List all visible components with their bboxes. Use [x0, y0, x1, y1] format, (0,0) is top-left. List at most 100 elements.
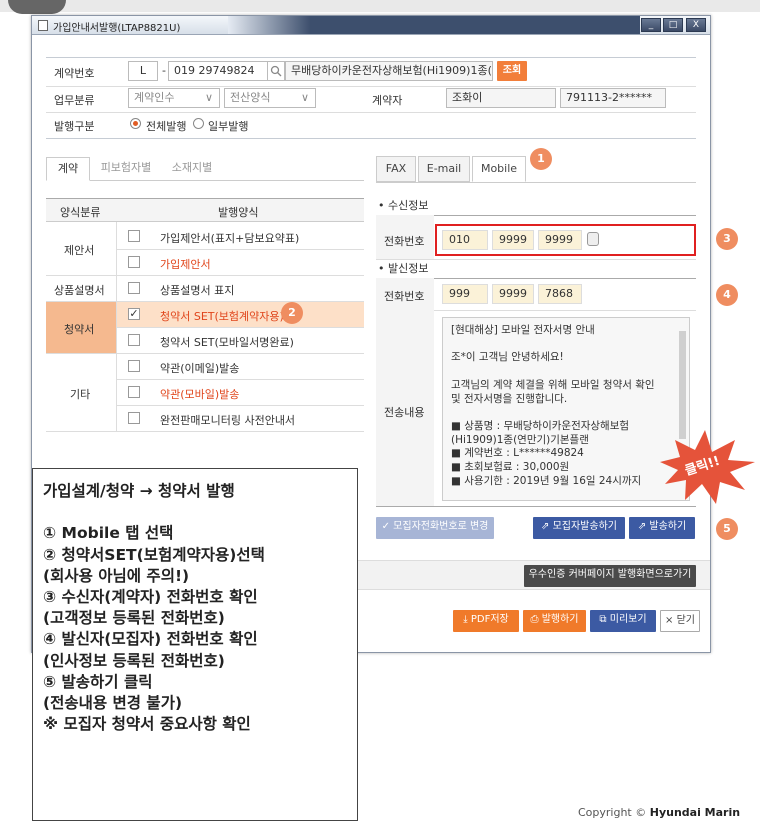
message-bottom-line — [376, 506, 696, 507]
row-divider — [46, 112, 696, 113]
receiver-phone-label: 전화번호 — [384, 235, 425, 248]
background-strip — [0, 0, 760, 12]
checkbox-row[interactable] — [128, 230, 140, 242]
copyright-text: Copyright © — [578, 806, 650, 819]
external-icon: ⧉ — [599, 614, 610, 625]
group-product: 상품설명서 — [54, 284, 105, 297]
send-button[interactable]: ⇗ 발송하기 — [629, 517, 695, 539]
note-line: (전송내용 변경 불가) — [43, 694, 183, 713]
format-select[interactable]: 전산양식 ∨ — [224, 88, 316, 108]
receiver-phone-3: 9999 — [538, 230, 582, 250]
cover-page-button[interactable]: 우수인증 커버페이지 발행화면으로가기 — [524, 565, 696, 587]
step-badge-4: 4 — [716, 284, 738, 306]
download-icon: ⤓ — [463, 614, 471, 625]
tab-location[interactable]: 소재지별 — [160, 157, 224, 181]
note-line: (회사용 아님에 주의!) — [43, 566, 190, 585]
window-icon — [38, 20, 48, 31]
form-item[interactable]: 상품설명서 표지 — [160, 282, 234, 298]
contractor-name-field: 조화이 — [446, 88, 556, 108]
tab-fax[interactable]: FAX — [376, 156, 416, 182]
minimize-button[interactable]: _ — [641, 18, 661, 32]
right-tab-baseline — [376, 182, 696, 183]
message-line: [현대해상] 모바일 전자서명 안내 — [451, 324, 595, 336]
note-line: ② 청약서SET(보험계약자용)선택 — [43, 545, 265, 564]
maximize-button[interactable]: □ — [663, 18, 683, 32]
contract-no-field[interactable]: 019 29749824 — [168, 61, 268, 81]
form-top-border — [46, 57, 696, 58]
sender-phone-3: 7868 — [538, 284, 582, 304]
format-select-value: 전산양식 — [230, 91, 271, 104]
pdf-save-button[interactable]: ⤓ PDF저장 — [453, 610, 519, 632]
car-logo — [8, 0, 66, 14]
form-item-selected[interactable]: 청약서 SET(보험계약자용) — [160, 308, 284, 324]
message-label: 전송내용 — [384, 406, 425, 419]
product-name-field: 무배당하이카운전자상해보험(Hi1909)1종(연만··· — [285, 61, 493, 81]
checkbox-row[interactable] — [128, 360, 140, 372]
contract-prefix-field[interactable]: L — [128, 61, 158, 81]
preview-button[interactable]: ⧉ 미리보기 — [590, 610, 656, 632]
col-header-category: 양식분류 — [60, 206, 101, 219]
phone-icon[interactable] — [587, 232, 599, 246]
contractor-label: 계약자 — [372, 94, 403, 107]
form-item[interactable]: 청약서 SET(모바일서명완료) — [160, 334, 294, 350]
checkbox-row[interactable] — [128, 256, 140, 268]
form-item[interactable]: 가입제안서(표지+담보요약표) — [160, 230, 299, 246]
change-phone-button[interactable]: ✓ 모집자전화번호로 변경 — [376, 517, 494, 539]
checkbox-row[interactable] — [128, 412, 140, 424]
row-divider — [116, 327, 364, 328]
group-proposal: 제안서 — [64, 244, 95, 257]
checkbox-row[interactable] — [128, 386, 140, 398]
note-line: ① Mobile 탭 선택 — [43, 524, 174, 543]
group-application: 청약서 — [64, 323, 95, 336]
checkbox-row[interactable] — [128, 334, 140, 346]
tab-mobile[interactable]: Mobile — [472, 156, 526, 182]
title-bar: 가입안내서발행(LTAP8821U) _ □ X — [32, 16, 710, 35]
note-line — [43, 502, 347, 523]
query-button[interactable]: 조회 — [497, 61, 527, 81]
instruction-note: 가입설계/청약 → 청약서 발행 ① Mobile 탭 선택 ② 청약서SET(보… — [32, 468, 358, 821]
row-divider — [46, 301, 364, 302]
contract-no-label: 계약번호 — [54, 67, 95, 80]
row-divider — [46, 86, 696, 87]
checkbox-checked[interactable]: ✓ — [128, 308, 140, 320]
print-button[interactable]: ⎙ 발행하기 — [523, 610, 586, 632]
pdf-label: PDF저장 — [470, 614, 509, 625]
sender-phone-2: 9999 — [492, 284, 534, 304]
form-item[interactable]: 약관(모바일)발송 — [160, 386, 239, 402]
radio-all[interactable] — [130, 118, 141, 129]
form-item[interactable]: 완전판매모니터링 사전안내서 — [160, 412, 295, 428]
biz-select-value: 계약인수 — [134, 91, 175, 104]
checkbox-row[interactable] — [128, 282, 140, 294]
note-line: (고객정보 등록된 전화번호) — [43, 609, 225, 628]
note-line: ④ 발신자(모집자) 전화번호 확인 — [43, 630, 258, 649]
note-line: ⑤ 발송하기 클릭 — [43, 672, 153, 691]
biz-label: 업무분류 — [54, 94, 95, 107]
receiver-phone-2: 9999 — [492, 230, 534, 250]
radio-partial[interactable] — [193, 118, 204, 129]
message-line — [451, 338, 681, 352]
column-divider — [116, 222, 117, 431]
message-line: 및 전자서명을 진행합니다. — [451, 392, 568, 405]
issue-partial-label: 일부발행 — [208, 120, 249, 133]
step-badge-2: 2 — [281, 302, 303, 324]
form-bottom-border — [46, 138, 696, 139]
tab-insured[interactable]: 피보험자별 — [94, 157, 158, 181]
form-item[interactable]: 약관(이메일)발송 — [160, 360, 239, 376]
biz-select[interactable]: 계약인수 ∨ — [128, 88, 220, 108]
contractor-id-field: 791113-2****** — [560, 88, 666, 108]
chevron-down-icon: ∨ — [204, 91, 213, 104]
tab-contract[interactable]: 계약 — [46, 157, 90, 181]
send-recruiter-button[interactable]: ⇗ 모집자발송하기 — [533, 517, 625, 539]
sender-phone-label: 전화번호 — [384, 290, 425, 303]
note-line: 가입설계/청약 → 청약서 발행 — [43, 482, 235, 500]
sender-phone-1: 999 — [442, 284, 488, 304]
form-item[interactable]: 가입제안서 — [160, 256, 211, 272]
window-title: 가입안내서발행(LTAP8821U) — [53, 23, 181, 34]
tab-email[interactable]: E-mail — [418, 156, 470, 182]
message-line: ■ 사용기한 : 2019년 9월 16일 24시까지 — [451, 474, 642, 487]
note-line: ③ 수신자(계약자) 전화번호 확인 — [43, 588, 258, 607]
close-button[interactable]: × 닫기 — [660, 610, 700, 632]
message-lines: [현대해상] 모바일 전자서명 안내 조*이 고객님 안녕하세요! 고객님의 계… — [451, 324, 681, 488]
close-window-button[interactable]: X — [686, 18, 706, 32]
search-icon[interactable] — [267, 61, 285, 81]
